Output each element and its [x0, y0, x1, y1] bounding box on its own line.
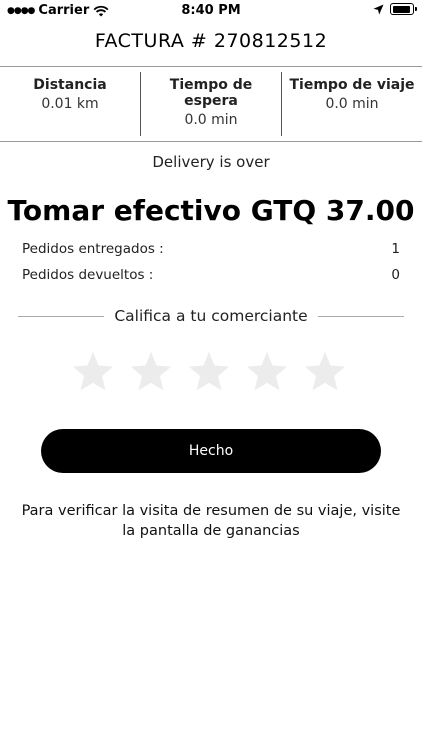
- star-icon-1[interactable]: [70, 349, 116, 395]
- rating-header: Califica a tu comerciante: [18, 307, 404, 325]
- status-icons: [373, 3, 417, 15]
- star-icon-3[interactable]: [186, 349, 232, 395]
- clock: 8:40 PM: [181, 3, 241, 18]
- stat-value: 0.0 min: [184, 112, 238, 128]
- divider-top: [0, 66, 422, 67]
- stat-label: Tiempo de espera: [169, 77, 253, 109]
- stat-distance: Distancia 0.01 km: [0, 70, 140, 138]
- star-icon-4[interactable]: [244, 349, 290, 395]
- stat-value: 0.0 min: [325, 96, 379, 112]
- stat-value: 0.01 km: [41, 96, 99, 112]
- earnings-info: Para verificar la visita de resumen de s…: [21, 503, 401, 539]
- rating-line-right: [317, 315, 404, 317]
- delivered-label: Pedidos entregados :: [22, 241, 164, 257]
- star-icon-2[interactable]: [128, 349, 174, 395]
- divider-stats: [0, 141, 422, 142]
- location-arrow-icon: [373, 4, 384, 14]
- delivery-status: Delivery is over: [152, 153, 270, 171]
- stat-label: Distancia: [33, 77, 107, 93]
- status-bar: ●●●● Carrier 8:40 PM: [0, 0, 422, 22]
- trip-stats: Distancia 0.01 km Tiempo de espera 0.0 m…: [0, 70, 422, 138]
- stat-trip-time: Tiempo de viaje 0.0 min: [282, 70, 422, 138]
- stat-wait-time: Tiempo de espera 0.0 min: [141, 70, 281, 138]
- invoice-title: FACTURA # 270812512: [94, 30, 328, 52]
- battery-icon: [390, 3, 417, 15]
- stat-label: Tiempo de viaje: [289, 77, 415, 93]
- done-button[interactable]: Hecho: [41, 429, 381, 473]
- star-icon-5[interactable]: [302, 349, 348, 395]
- cash-amount: Tomar efectivo GTQ 37.00: [7, 194, 415, 227]
- delivered-row: Pedidos entregados : 1: [22, 241, 400, 257]
- returned-row: Pedidos devueltos : 0: [22, 267, 400, 283]
- delivered-count: 1: [391, 241, 400, 257]
- rating-stars: [70, 349, 348, 395]
- returned-count: 0: [391, 267, 400, 283]
- rating-line-left: [18, 315, 105, 317]
- rating-prompt: Califica a tu comerciante: [114, 307, 308, 325]
- returned-label: Pedidos devueltos :: [22, 267, 154, 283]
